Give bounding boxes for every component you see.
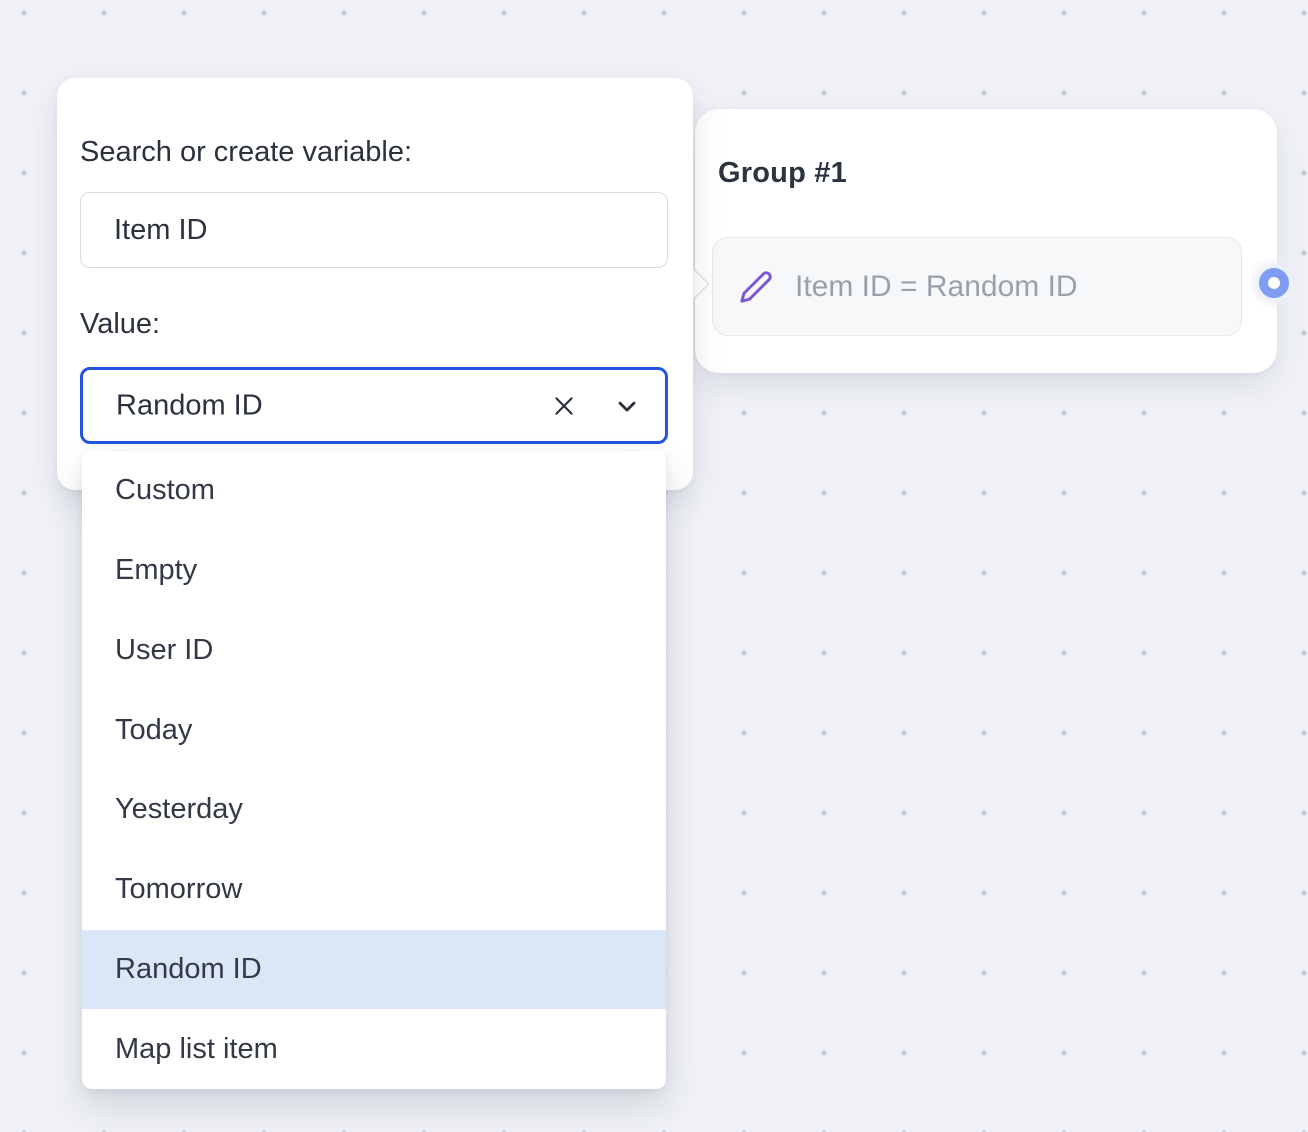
dropdown-option-custom[interactable]: Custom — [82, 451, 666, 531]
dropdown-option-yesterday[interactable]: Yesterday — [82, 770, 666, 850]
value-select[interactable]: Random ID — [80, 367, 668, 444]
flow-canvas[interactable]: Group #1 Item ID = Random ID Search or c… — [0, 0, 1308, 1132]
value-label: Value: — [80, 308, 160, 341]
output-port-handle[interactable] — [1259, 268, 1289, 298]
dropdown-option-tomorrow[interactable]: Tomorrow — [82, 850, 666, 930]
condition-item[interactable]: Item ID = Random ID — [712, 237, 1242, 336]
group-title: Group #1 — [718, 157, 847, 190]
value-select-current: Random ID — [116, 389, 263, 422]
clear-icon[interactable] — [542, 384, 586, 428]
search-variable-label: Search or create variable: — [80, 136, 412, 169]
dropdown-option-today[interactable]: Today — [82, 690, 666, 770]
dropdown-option-empty[interactable]: Empty — [82, 531, 666, 611]
variable-editor-popup: Search or create variable: Value: Random… — [57, 78, 693, 490]
group-card: Group #1 Item ID = Random ID — [695, 109, 1277, 373]
condition-text: Item ID = Random ID — [795, 270, 1078, 304]
value-options-dropdown: Custom Empty User ID Today Yesterday Tom… — [82, 451, 666, 1089]
chevron-down-icon[interactable] — [605, 384, 649, 428]
variable-name-input[interactable] — [80, 192, 668, 268]
dropdown-option-random-id[interactable]: Random ID — [82, 930, 666, 1010]
pencil-icon — [739, 270, 773, 304]
dropdown-option-user-id[interactable]: User ID — [82, 611, 666, 691]
dropdown-option-map-list-item[interactable]: Map list item — [82, 1009, 666, 1089]
